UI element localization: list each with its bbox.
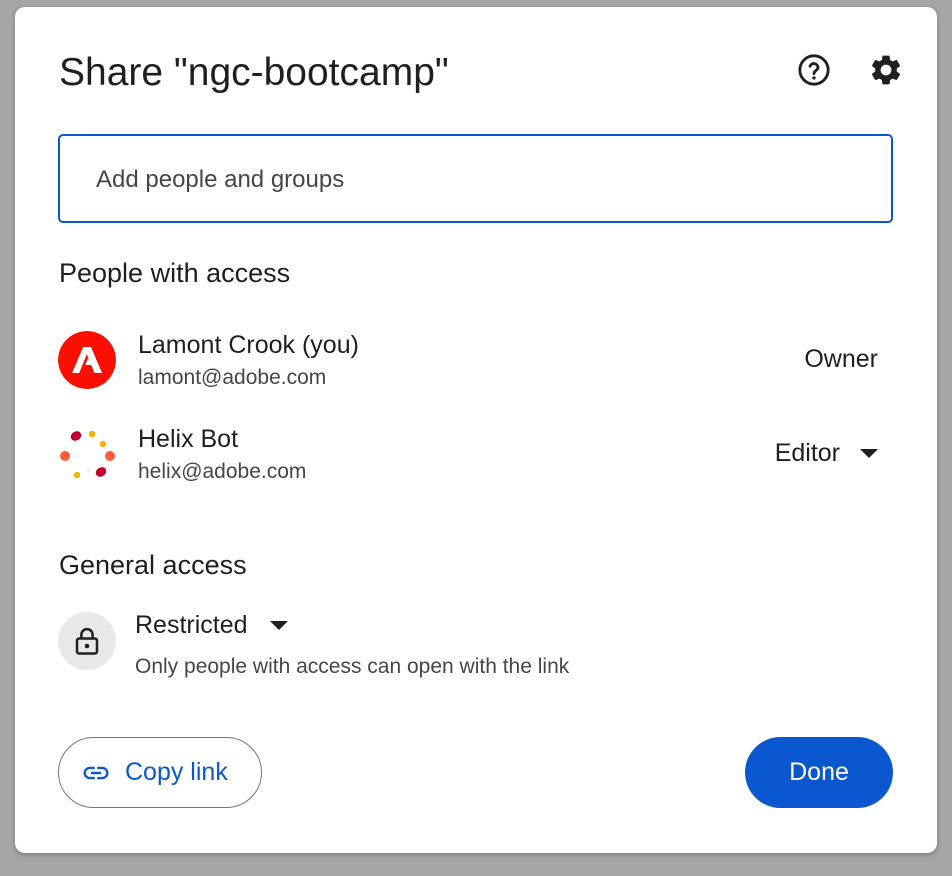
people-with-access-heading: People with access [59,258,291,288]
general-access-row: Restricted Only people with access can o… [58,611,878,681]
helix-logo-icon [58,425,116,483]
add-people-field[interactable] [58,134,893,223]
adobe-logo-icon [58,331,116,389]
editor-role-dropdown[interactable]: Editor [775,439,878,468]
lock-icon [75,627,99,655]
person-email: lamont@adobe.com [138,366,327,389]
done-button[interactable]: Done [745,737,893,808]
dialog-title: Share "ngc-bootcamp" [59,51,449,94]
general-access-dropdown[interactable]: Restricted [135,611,288,640]
person-name: Lamont Crook (you) [138,331,359,359]
person-row-owner: Lamont Crook (you) lamont@adobe.com Owne… [58,325,878,395]
link-icon [81,758,111,788]
access-description: Only people with access can open with th… [135,655,570,678]
help-circle-icon [798,54,830,86]
general-access-heading: General access [59,550,247,580]
person-name: Helix Bot [138,425,239,453]
gear-icon [871,55,901,85]
copy-link-label: Copy link [125,758,228,786]
person-email: helix@adobe.com [138,460,307,483]
caret-down-icon [860,449,878,458]
done-label: Done [789,758,849,786]
role-dropdown-label: Editor [774,439,840,467]
share-dialog: Share "ngc-bootcamp" People with access … [15,7,937,853]
copy-link-button[interactable]: Copy link [58,737,262,808]
person-row-editor: Helix Bot helix@adobe.com Editor [58,419,878,489]
lock-icon-container [58,612,116,670]
access-level-label: Restricted [135,611,248,639]
owner-role-label: Owner [804,345,878,373]
add-people-input[interactable] [94,136,878,223]
caret-down-icon [269,621,288,630]
settings-button[interactable] [864,48,908,92]
help-button[interactable] [792,48,836,92]
